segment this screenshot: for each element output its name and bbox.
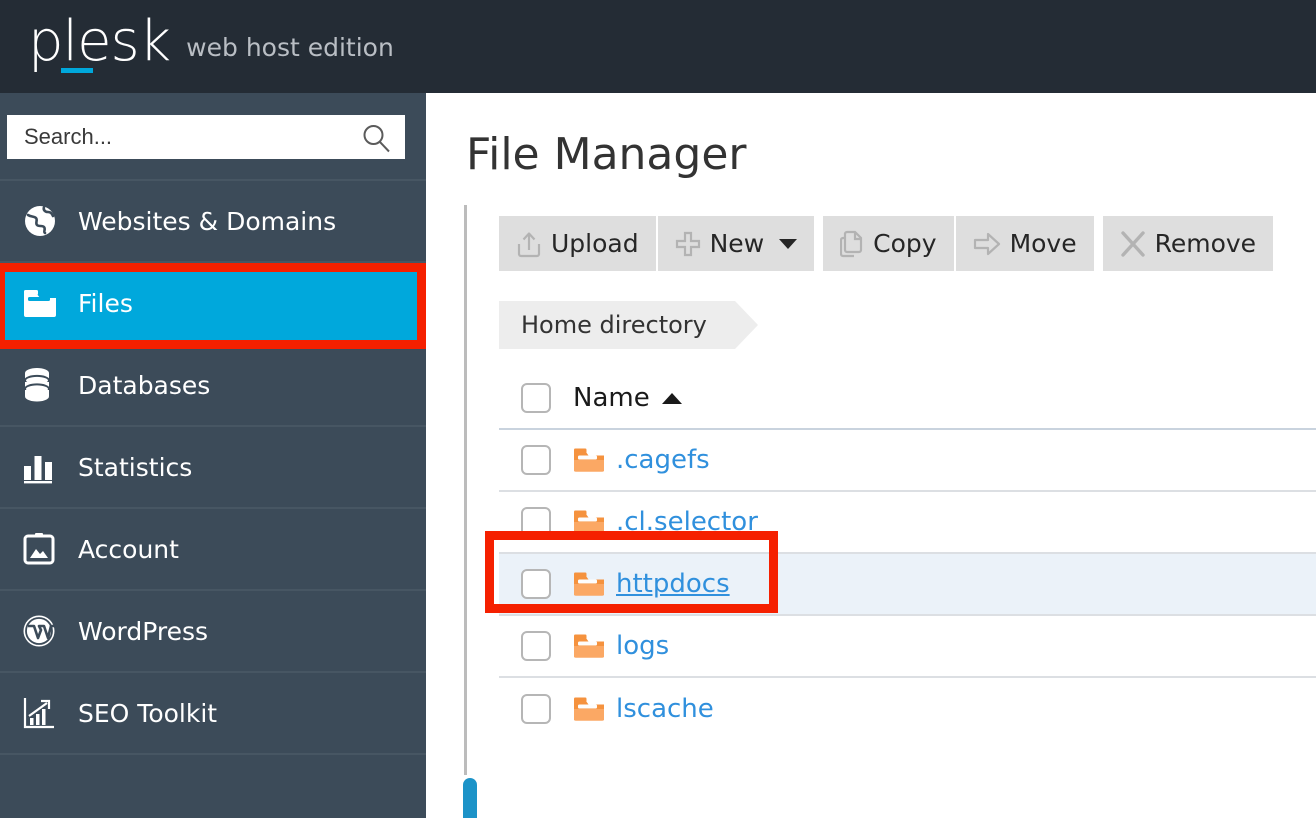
toolbar-group-1: Upload New bbox=[499, 216, 815, 271]
row-name-link[interactable]: lscache bbox=[616, 694, 714, 724]
sidebar: Websites & Domains Files bbox=[0, 93, 426, 818]
row-checkbox[interactable] bbox=[521, 507, 551, 537]
sidebar-item-databases[interactable]: Databases bbox=[0, 345, 426, 427]
table-row[interactable]: .cagefs bbox=[499, 430, 1316, 492]
app-header: plesk web host edition bbox=[0, 0, 1316, 93]
row-select-cell bbox=[499, 507, 573, 537]
sidebar-item-files[interactable]: Files bbox=[0, 263, 426, 345]
sidebar-search-row bbox=[0, 93, 426, 181]
toolbar-group-3: Remove bbox=[1102, 216, 1274, 271]
row-name-cell: .cagefs bbox=[573, 445, 710, 475]
plesk-file-manager-window: plesk web host edition Search... Website… bbox=[0, 0, 1316, 818]
search-box[interactable] bbox=[7, 115, 405, 159]
row-name-cell: .cl.selector bbox=[573, 507, 758, 537]
toolbar-group-2: Copy Move bbox=[823, 216, 1094, 271]
breadcrumb: Home directory bbox=[499, 301, 758, 349]
page-title: File Manager bbox=[466, 129, 747, 180]
sort-ascending-icon[interactable] bbox=[661, 392, 682, 404]
edition-label: web host edition bbox=[186, 33, 394, 62]
table-row[interactable]: lscache bbox=[499, 678, 1316, 740]
database-icon bbox=[22, 365, 64, 405]
plesk-accent-underline bbox=[61, 68, 93, 73]
breadcrumb-item-label: Home directory bbox=[521, 311, 707, 339]
select-all-checkbox[interactable] bbox=[521, 383, 551, 413]
globe-icon bbox=[22, 201, 64, 241]
file-manager-toolbar: Upload New Copy Move Remove bbox=[499, 216, 1274, 271]
upload-button-label: Upload bbox=[551, 229, 639, 258]
sidebar-item-account[interactable]: Account bbox=[0, 509, 426, 591]
folder-icon bbox=[574, 634, 604, 658]
file-list-table: Name .cagefs .cl.selector httpdocs logs … bbox=[499, 368, 1316, 740]
row-select-cell bbox=[499, 694, 573, 724]
remove-button[interactable]: Remove bbox=[1102, 216, 1274, 271]
id-card-icon bbox=[22, 529, 64, 569]
table-row[interactable]: logs bbox=[499, 616, 1316, 678]
sidebar-item-websites-domains[interactable]: Websites & Domains bbox=[0, 181, 426, 263]
sidebar-filler bbox=[0, 755, 426, 818]
row-name-link[interactable]: .cagefs bbox=[616, 445, 710, 475]
sidebar-item-label: Statistics bbox=[78, 452, 193, 482]
upload-icon bbox=[517, 231, 541, 257]
table-row[interactable]: .cl.selector bbox=[499, 492, 1316, 554]
move-button-label: Move bbox=[1009, 229, 1077, 258]
row-name-link[interactable]: httpdocs bbox=[616, 569, 730, 599]
row-checkbox[interactable] bbox=[521, 569, 551, 599]
content-left-rule bbox=[464, 205, 467, 775]
column-header-name-label: Name bbox=[573, 383, 650, 413]
plesk-wordmark-text: plesk bbox=[28, 9, 171, 74]
row-checkbox[interactable] bbox=[521, 445, 551, 475]
sidebar-item-label: Files bbox=[78, 288, 133, 318]
move-button[interactable]: Move bbox=[955, 216, 1094, 271]
breadcrumb-item-home-directory[interactable]: Home directory bbox=[499, 301, 758, 349]
folder-icon bbox=[574, 572, 604, 596]
new-button[interactable]: New bbox=[657, 216, 815, 271]
sidebar-item-label: Databases bbox=[78, 370, 211, 400]
upload-button[interactable]: Upload bbox=[499, 216, 656, 271]
plesk-wordmark: plesk bbox=[28, 14, 171, 73]
row-name-link[interactable]: logs bbox=[616, 631, 669, 661]
search-icon[interactable] bbox=[361, 123, 391, 153]
row-name-cell: httpdocs bbox=[573, 569, 730, 599]
trend-chart-icon bbox=[22, 693, 64, 733]
sidebar-item-label: WordPress bbox=[78, 616, 209, 646]
folder-icon bbox=[574, 448, 604, 472]
select-all-cell bbox=[499, 383, 573, 413]
main-content: File Manager Upload New Copy Move Remove… bbox=[426, 93, 1316, 818]
row-checkbox[interactable] bbox=[521, 631, 551, 661]
row-select-cell bbox=[499, 569, 573, 599]
sidebar-item-wordpress[interactable]: WordPress bbox=[0, 591, 426, 673]
panel-collapse-handle[interactable] bbox=[463, 778, 477, 818]
copy-button[interactable]: Copy bbox=[823, 216, 954, 271]
plus-icon bbox=[675, 231, 700, 256]
chevron-down-icon[interactable] bbox=[779, 238, 798, 249]
search-input[interactable] bbox=[7, 117, 337, 157]
column-header-name[interactable]: Name bbox=[573, 383, 682, 413]
x-cross-icon bbox=[1120, 230, 1145, 257]
sidebar-item-seo-toolkit[interactable]: SEO Toolkit bbox=[0, 673, 426, 755]
row-select-cell bbox=[499, 445, 573, 475]
wordpress-icon bbox=[22, 611, 64, 651]
new-button-label: New bbox=[709, 229, 765, 258]
arrow-right-icon bbox=[973, 232, 1000, 255]
row-select-cell bbox=[499, 631, 573, 661]
sidebar-item-label: Websites & Domains bbox=[78, 206, 337, 236]
row-checkbox[interactable] bbox=[521, 694, 551, 724]
copy-icon bbox=[840, 230, 863, 257]
brand-logo[interactable]: plesk web host edition bbox=[28, 14, 394, 73]
sidebar-item-label: SEO Toolkit bbox=[78, 698, 218, 728]
copy-button-label: Copy bbox=[873, 229, 937, 258]
remove-button-label: Remove bbox=[1154, 229, 1257, 258]
table-header-row: Name bbox=[499, 368, 1316, 430]
folder-icon bbox=[574, 510, 604, 534]
sidebar-item-label: Account bbox=[78, 534, 179, 564]
row-name-link[interactable]: .cl.selector bbox=[616, 507, 758, 537]
bar-chart-icon bbox=[22, 447, 64, 487]
row-name-cell: logs bbox=[573, 631, 669, 661]
sidebar-item-statistics[interactable]: Statistics bbox=[0, 427, 426, 509]
table-row-httpdocs[interactable]: httpdocs bbox=[499, 554, 1316, 616]
sidebar-nav: Websites & Domains Files Databases Stati… bbox=[0, 181, 426, 818]
folder-icon bbox=[574, 697, 604, 721]
folder-icon bbox=[22, 283, 64, 323]
row-name-cell: lscache bbox=[573, 694, 714, 724]
